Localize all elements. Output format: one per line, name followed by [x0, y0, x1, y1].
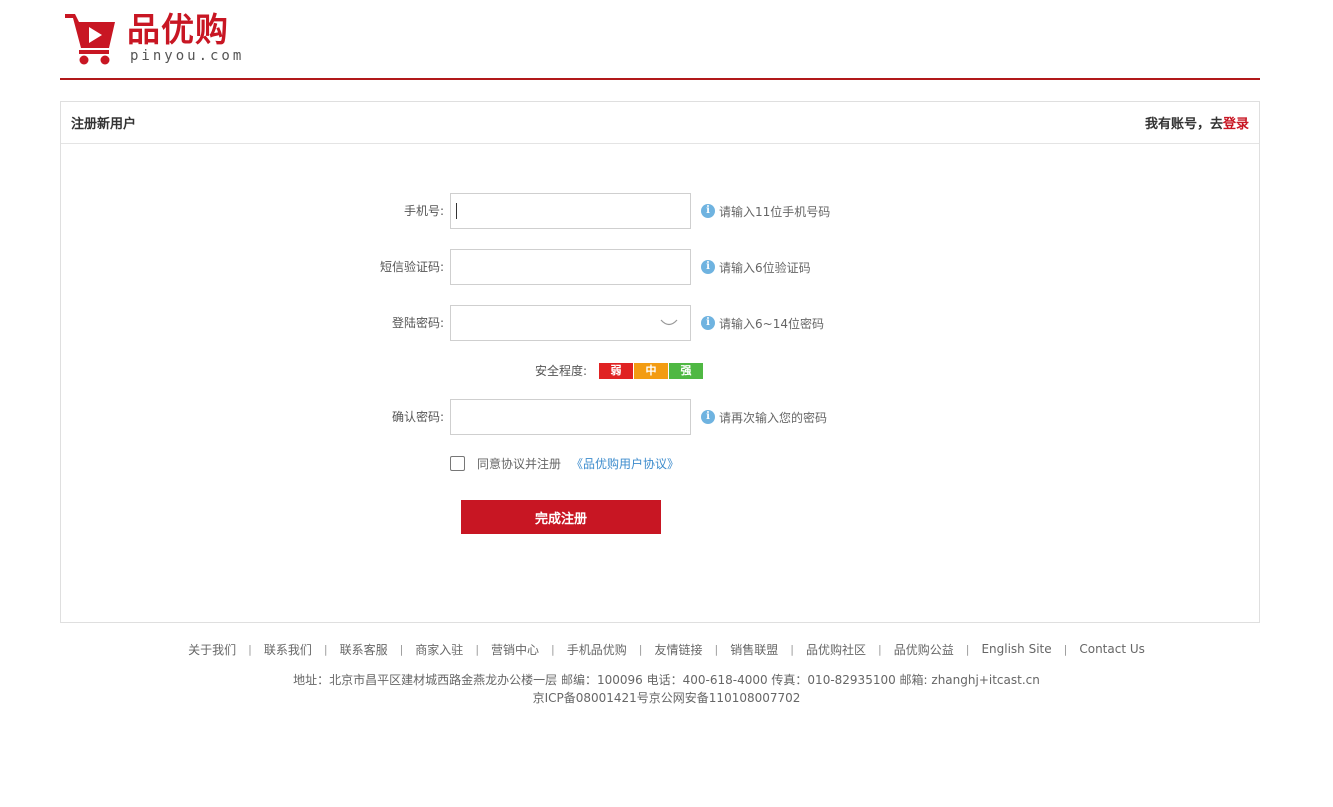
- agree-checkbox[interactable]: [450, 455, 465, 471]
- footer-link-friends[interactable]: 友情链接: [643, 641, 715, 658]
- confirm-password-label: 确认密码:: [391, 410, 444, 424]
- panel-header: 注册新用户 我有账号，去登录: [61, 102, 1259, 144]
- footer-link-alliance[interactable]: 销售联盟: [718, 641, 790, 658]
- brand-domain: pinyou.com: [130, 48, 245, 64]
- sms-code-hint: i 请输入6位验证码: [701, 249, 811, 285]
- info-icon: i: [701, 204, 715, 218]
- strength-meter: 弱 中 强: [599, 363, 703, 379]
- phone-label: 手机号:: [403, 204, 444, 218]
- strength-weak: 弱: [599, 363, 633, 379]
- phone-hint: i 请输入11位手机号码: [701, 193, 830, 229]
- info-icon: i: [701, 316, 715, 330]
- password-hint-text: 请输入6~14位密码: [719, 316, 824, 331]
- eye-closed-icon[interactable]: [659, 317, 679, 329]
- register-page: 品优购 pinyou.com 注册新用户 我有账号，去登录 手机号: i 请输入…: [0, 0, 1333, 807]
- shopping-cart-icon: [65, 14, 115, 65]
- password-row: 登陆密码: i 请输入6~14位密码: [61, 305, 1261, 341]
- info-icon: i: [701, 260, 715, 274]
- agreement-link[interactable]: 《品优购用户协议》: [571, 455, 679, 472]
- agree-text: 同意协议并注册: [477, 456, 562, 471]
- agreement-row: 同意协议并注册 《品优购用户协议》: [450, 454, 679, 472]
- register-panel: 注册新用户 我有账号，去登录 手机号: i 请输入11位手机号码 短信验证码: …: [60, 101, 1260, 623]
- password-label: 登陆密码:: [391, 316, 444, 330]
- footer-links: 关于我们 | 联系我们 | 联系客服 | 商家入驻 | 营销中心 | 手机品优购…: [0, 640, 1333, 658]
- sms-code-hint-text: 请输入6位验证码: [719, 260, 811, 275]
- sms-code-input[interactable]: [450, 249, 691, 285]
- header: 品优购 pinyou.com: [60, 0, 1260, 80]
- strength-label: 安全程度:: [534, 364, 587, 378]
- footer-icp: 京ICP备08001421号京公网安备110108007702: [532, 691, 801, 705]
- footer-address: 地址：北京市昌平区建材城西路金燕龙办公楼一层 邮编：100096 电话：400-…: [293, 673, 1040, 687]
- footer-link-about[interactable]: 关于我们: [176, 641, 248, 658]
- phone-row: 手机号: i 请输入11位手机号码: [61, 193, 1261, 229]
- footer-link-charity[interactable]: 品优购公益: [882, 641, 966, 658]
- confirm-password-hint-text: 请再次输入您的密码: [719, 410, 828, 425]
- confirm-password-row: 确认密码: i 请再次输入您的密码: [61, 399, 1261, 435]
- brand-name-cn: 品优购: [127, 10, 229, 49]
- strength-medium: 中: [634, 363, 668, 379]
- complete-register-button[interactable]: 完成注册: [461, 500, 661, 534]
- footer-link-marketing[interactable]: 营销中心: [479, 641, 551, 658]
- strength-strong: 强: [669, 363, 703, 379]
- panel-title: 注册新用户: [71, 117, 137, 132]
- phone-hint-text: 请输入11位手机号码: [719, 204, 831, 219]
- footer-link-english[interactable]: English Site: [969, 642, 1063, 656]
- confirm-password-input[interactable]: [450, 399, 691, 435]
- footer-link-contact[interactable]: 联系我们: [252, 641, 324, 658]
- header-divider: [60, 78, 1260, 80]
- sms-code-label: 短信验证码:: [379, 260, 444, 274]
- text-caret: [456, 203, 457, 219]
- confirm-password-hint: i 请再次输入您的密码: [701, 399, 827, 435]
- sms-code-row: 短信验证码: i 请输入6位验证码: [61, 249, 1261, 285]
- footer-link-merchant[interactable]: 商家入驻: [403, 641, 475, 658]
- login-link[interactable]: 登录: [1223, 117, 1249, 132]
- login-prompt: 我有账号，去登录: [1145, 113, 1249, 132]
- footer-link-contact-us[interactable]: Contact Us: [1067, 642, 1157, 656]
- password-input[interactable]: [450, 305, 691, 341]
- footer-link-community[interactable]: 品优购社区: [794, 641, 878, 658]
- password-hint: i 请输入6~14位密码: [701, 305, 824, 341]
- info-icon: i: [701, 410, 715, 424]
- footer-link-mobile[interactable]: 手机品优购: [555, 641, 639, 658]
- password-strength: 安全程度: 弱 中 强: [61, 362, 1261, 380]
- login-prompt-text: 我有账号，去: [1144, 117, 1223, 132]
- logo[interactable]: 品优购 pinyou.com: [63, 10, 253, 70]
- footer-info: 地址：北京市昌平区建材城西路金燕龙办公楼一层 邮编：100096 电话：400-…: [0, 671, 1333, 707]
- phone-input[interactable]: [450, 193, 691, 229]
- footer-link-service[interactable]: 联系客服: [328, 641, 400, 658]
